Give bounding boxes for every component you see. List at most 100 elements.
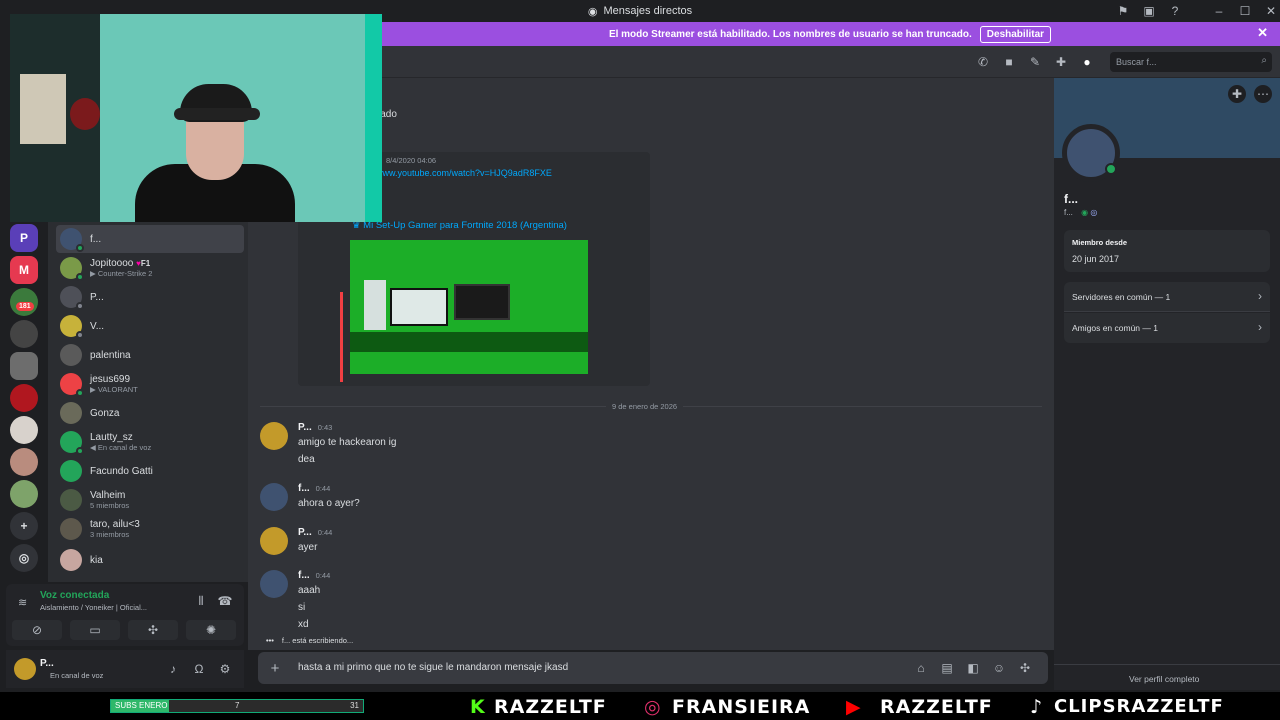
server-icon[interactable]: [10, 384, 38, 412]
avatar: [60, 518, 82, 540]
dm-item[interactable]: jesus699 ▶ VALORANT: [56, 370, 244, 398]
embed-link[interactable]: www.youtube.com/watch?v=HJQ9adR8FXE: [376, 168, 552, 178]
view-full-profile-link[interactable]: Ver perfil completo: [1129, 674, 1199, 684]
dm-item[interactable]: Lautty_sz ◀ En canal de voz: [56, 428, 244, 456]
server-icon[interactable]: [10, 352, 38, 380]
speaker-icon: ◀: [90, 443, 98, 452]
more-options-icon[interactable]: ⋯: [1254, 85, 1272, 103]
embed-title[interactable]: ♛ Mi Set-Up Gamer para Fortnite 2018 (Ar…: [352, 220, 567, 231]
dm-item[interactable]: Gonza: [56, 399, 244, 427]
dm-item[interactable]: Jopitoooo ♥F1 ▶ Counter-Strike 2: [56, 254, 244, 282]
message-composer[interactable]: + hasta a mi primo que no te sigue le ma…: [258, 652, 1048, 684]
avatar[interactable]: [260, 570, 288, 598]
avatar[interactable]: [260, 527, 288, 555]
sticker-icon[interactable]: ◧: [964, 659, 982, 677]
voice-status[interactable]: Voz conectada: [40, 590, 109, 601]
mutual-servers-button[interactable]: Servidores en común — 1 ›: [1064, 282, 1270, 312]
voice-channel[interactable]: Aislamiento / Yoneiker | Oficial...: [40, 603, 190, 612]
profile-footer-divider: [1054, 664, 1280, 665]
streamer-mode-banner: El modo Streamer está habilitado. Los no…: [380, 22, 1280, 46]
voice-call-icon[interactable]: ✆: [974, 53, 992, 71]
member-since-date: 20 jun 2017: [1072, 254, 1120, 264]
gift-icon[interactable]: ⌂: [912, 659, 930, 677]
gif-icon[interactable]: ▤: [938, 659, 956, 677]
banner-text: El modo Streamer está habilitado. Los no…: [608, 28, 972, 40]
settings-icon[interactable]: ⚙: [216, 660, 234, 678]
video-thumbnail[interactable]: [350, 240, 588, 374]
subs-goal-bar: SUBS ENERO 7 31: [110, 699, 364, 713]
minimize-button[interactable]: –: [1206, 0, 1232, 22]
close-icon[interactable]: ✕: [1257, 25, 1268, 41]
screen-share-button[interactable]: ▭: [70, 620, 120, 640]
pin-icon[interactable]: ✎: [1026, 53, 1044, 71]
add-friends-icon[interactable]: ✚: [1052, 53, 1070, 71]
dm-activity: VALORANT: [97, 385, 138, 394]
message-input[interactable]: hasta a mi primo que no te sigue le mand…: [298, 662, 568, 673]
dm-name: Lautty_sz: [90, 432, 133, 443]
avatar: [60, 373, 84, 397]
emoji-icon[interactable]: ☺: [990, 659, 1008, 677]
maximize-button[interactable]: ☐: [1232, 0, 1258, 22]
server-icon[interactable]: P: [10, 224, 38, 252]
explore-servers-icon[interactable]: ◎: [10, 544, 38, 572]
message-author[interactable]: f...: [298, 570, 310, 581]
server-icon[interactable]: M: [10, 256, 38, 284]
dm-tag: F1: [140, 259, 151, 268]
dm-item[interactable]: Facundo Gatti: [56, 457, 244, 485]
mutual-friends-button[interactable]: Amigos en común — 1 ›: [1064, 313, 1270, 343]
add-friend-icon[interactable]: ✚: [1228, 85, 1246, 103]
camera-off-button[interactable]: ⊘: [12, 620, 62, 640]
disable-streamer-button[interactable]: Deshabilitar: [979, 25, 1052, 43]
embed-title-text: Mi Set-Up Gamer para Fortnite 2018 (Arge…: [363, 220, 567, 231]
close-window-button[interactable]: ✕: [1258, 0, 1280, 22]
inbox-flag-icon[interactable]: ⚑: [1110, 0, 1136, 22]
message-text: ayer: [298, 542, 318, 553]
dm-item[interactable]: palentina: [56, 341, 244, 369]
activities-button[interactable]: ✣: [128, 620, 178, 640]
help-icon[interactable]: ?: [1162, 0, 1188, 22]
message-text: xd: [298, 619, 309, 630]
soundboard-button[interactable]: ✺: [186, 620, 236, 640]
dm-item[interactable]: Valheim 5 miembros: [56, 486, 244, 514]
message-time: 0:43: [317, 423, 333, 432]
profile-avatar[interactable]: [1062, 124, 1120, 182]
add-attachment-icon[interactable]: +: [266, 659, 284, 677]
avatar[interactable]: [260, 422, 288, 450]
dm-item[interactable]: P...: [56, 283, 244, 311]
apps-icon[interactable]: ✣: [1016, 659, 1034, 677]
subs-label: SUBS ENERO: [115, 701, 168, 710]
kick-icon: K: [470, 696, 486, 718]
add-server-icon[interactable]: +: [10, 512, 38, 540]
noise-suppression-icon[interactable]: ⫴: [192, 592, 210, 610]
signal-icon: ≋: [18, 597, 28, 609]
disconnect-icon[interactable]: ☎: [216, 592, 234, 610]
dm-item[interactable]: taro, ailu<3 3 miembros: [56, 515, 244, 543]
avatar[interactable]: [14, 658, 36, 680]
server-icon[interactable]: [10, 320, 38, 348]
avatar[interactable]: [260, 483, 288, 511]
search-input[interactable]: Buscar f... ⌕: [1110, 52, 1272, 72]
server-icon[interactable]: [10, 416, 38, 444]
embed-accent-bar: [340, 292, 343, 382]
screen-share-icon[interactable]: ▣: [1136, 0, 1162, 22]
message-author[interactable]: P...: [298, 527, 312, 538]
microphone-icon[interactable]: ♪: [164, 660, 182, 678]
member-since-card: Miembro desde 20 jun 2017: [1064, 230, 1270, 272]
window-title: Mensajes directos: [603, 5, 693, 17]
tiktok-handle: CLIPSRAZZELTF: [1054, 696, 1224, 717]
webcam-overlay: [10, 14, 382, 222]
dm-item[interactable]: kia: [56, 546, 244, 574]
dm-item[interactable]: V...: [56, 312, 244, 340]
headphones-icon[interactable]: Ω: [190, 660, 208, 678]
user-profile-icon[interactable]: ●: [1078, 53, 1096, 71]
message-author[interactable]: P...: [298, 422, 312, 433]
video-call-icon[interactable]: ■: [1000, 53, 1018, 71]
game-icon: ▶: [90, 385, 98, 394]
subs-current: 7: [235, 701, 240, 710]
profile-tag: f... ◉ ◎: [1064, 208, 1097, 217]
dm-activity: 3 miembros: [90, 530, 130, 539]
server-icon[interactable]: [10, 480, 38, 508]
dm-item[interactable]: f...: [56, 225, 244, 253]
server-icon[interactable]: [10, 448, 38, 476]
message-author[interactable]: f...: [298, 483, 310, 494]
